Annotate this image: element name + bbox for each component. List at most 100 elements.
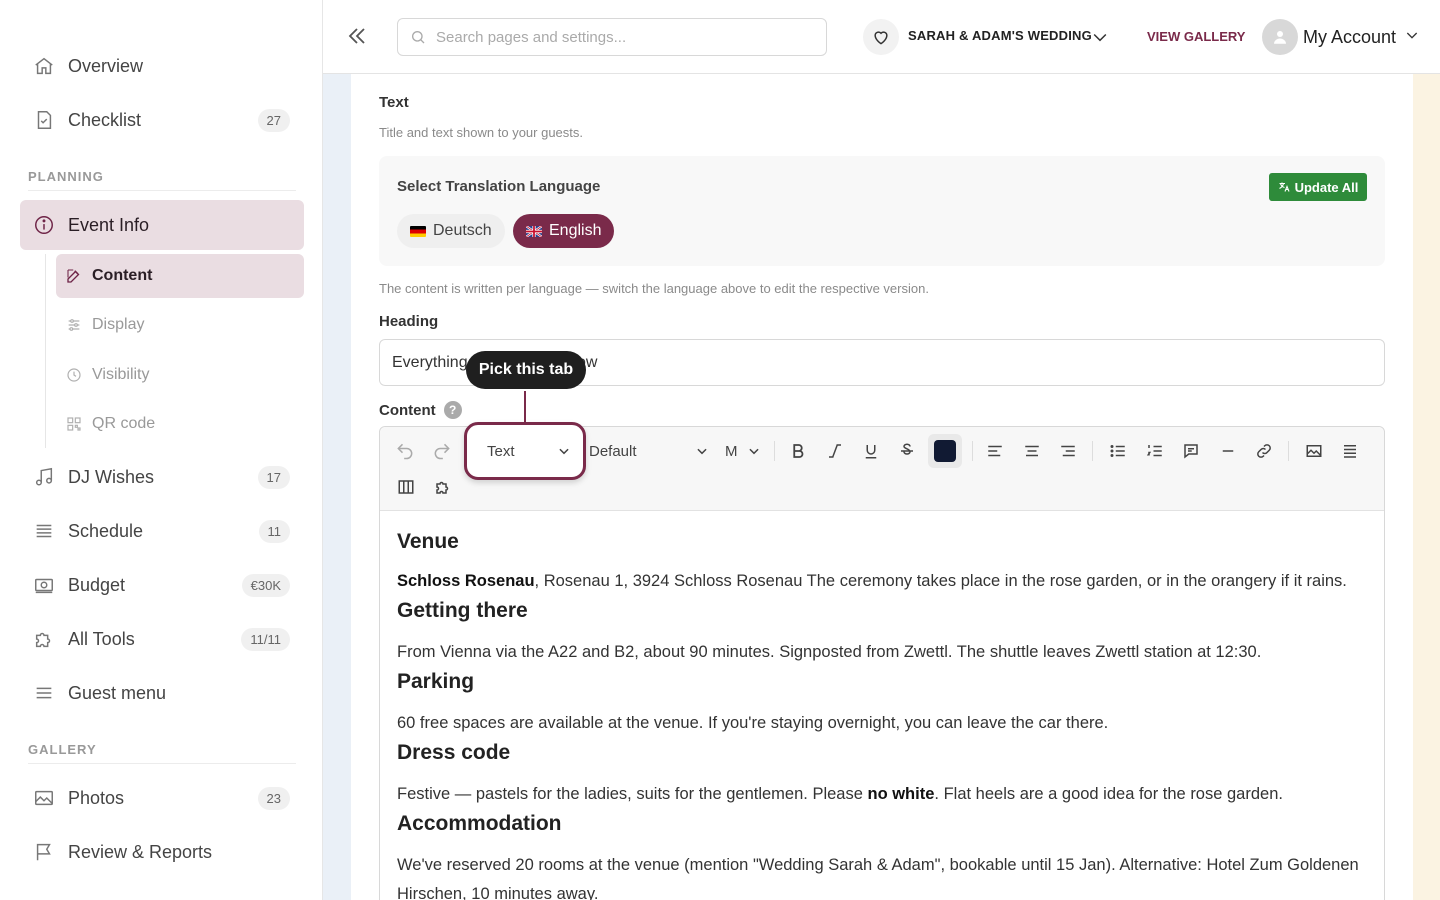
sidebar-item-label: Schedule: [68, 520, 144, 541]
puzzle-icon[interactable]: [431, 475, 455, 499]
sidebar-item-label: Guest menu: [68, 682, 167, 703]
strikethrough-icon[interactable]: [895, 439, 919, 463]
view-gallery-link[interactable]: VIEW GALLERY: [1147, 29, 1245, 44]
sliders-icon: [56, 317, 92, 333]
update-all-button[interactable]: Update All: [1269, 173, 1367, 201]
sidebar-item-schedule[interactable]: Schedule 11: [20, 507, 304, 555]
divider: [28, 190, 296, 191]
sidebar-item-budget[interactable]: Budget €30K: [20, 561, 304, 609]
sidebar-item-photos[interactable]: Photos 23: [20, 774, 304, 822]
redo-icon[interactable]: [430, 439, 454, 463]
checklist-icon: [20, 109, 68, 131]
schedule-icon: [20, 520, 68, 542]
venue-heading: Venue: [397, 530, 459, 553]
getting-there-heading: Getting there: [397, 599, 528, 622]
subnav-item-content[interactable]: Content: [56, 254, 304, 298]
content-label-text: Content: [379, 401, 436, 419]
sidebar-item-overview[interactable]: Overview: [20, 42, 304, 90]
italic-icon[interactable]: [823, 439, 847, 463]
comment-icon[interactable]: [1179, 439, 1203, 463]
collapse-sidebar-icon[interactable]: [345, 24, 371, 50]
search-input[interactable]: [436, 28, 806, 46]
align-center-icon[interactable]: [1020, 439, 1044, 463]
sidebar-item-label: Checklist: [68, 109, 142, 130]
color-swatch: [934, 440, 956, 462]
divider: [28, 763, 296, 764]
horizontal-rule-icon[interactable]: [1216, 439, 1240, 463]
divider: [1288, 441, 1289, 461]
subnav-item-qr-code[interactable]: QR code: [56, 402, 304, 446]
menu-icon: [20, 682, 68, 704]
dress-text: . Flat heels are a good idea for the ros…: [934, 785, 1283, 803]
align-left-icon[interactable]: [983, 439, 1007, 463]
sidebar-item-review-reports[interactable]: Review & Reports: [20, 828, 304, 876]
subnav-item-visibility[interactable]: Visibility: [56, 353, 304, 397]
accommodation-heading: Accommodation: [397, 812, 562, 835]
size-select-value: M: [725, 442, 738, 460]
sidebar: Overview Checklist 27 PLANNING Event Inf…: [0, 0, 323, 900]
chevron-down-icon[interactable]: [1090, 27, 1110, 52]
sidebar-item-all-tools[interactable]: All Tools 11/11: [20, 615, 304, 663]
columns-icon[interactable]: [394, 475, 418, 499]
bold-icon[interactable]: [786, 439, 810, 463]
block-type-select[interactable]: Text: [464, 422, 586, 480]
heart-icon[interactable]: [863, 19, 899, 55]
subnav-item-label: Content: [92, 267, 153, 284]
dress-bold: no white: [867, 785, 935, 803]
subnav-item-label: QR code: [92, 415, 156, 432]
sidebar-item-event-info[interactable]: Event Info: [20, 200, 304, 250]
link-icon[interactable]: [1252, 439, 1276, 463]
sidebar-item-checklist[interactable]: Checklist 27: [20, 96, 304, 144]
chevron-down-icon: [695, 444, 709, 458]
block-type-value: Text: [487, 442, 515, 460]
language-option-label: English: [549, 222, 602, 239]
dress-code-heading: Dress code: [397, 741, 511, 764]
update-all-label: Update All: [1294, 179, 1359, 195]
sidebar-item-label: Overview: [68, 55, 144, 76]
event-selector[interactable]: SARAH & ADAM'S WEDDING: [908, 28, 1092, 43]
language-panel-title: Select Translation Language: [397, 178, 601, 195]
budget-icon: [20, 574, 68, 596]
count-badge: 17: [257, 465, 290, 489]
help-icon[interactable]: ?: [443, 401, 462, 419]
count-badge: 27: [257, 108, 290, 132]
background-stripe: [323, 74, 351, 900]
subnav-item-display[interactable]: Display: [56, 303, 304, 347]
content-label: Content ?: [379, 401, 462, 419]
size-select[interactable]: M: [725, 440, 761, 462]
accommodation-paragraph: We've reserved 20 rooms at the venue (me…: [397, 856, 1359, 900]
paragraph-block-icon[interactable]: [1338, 439, 1362, 463]
account-menu[interactable]: My Account: [1262, 19, 1420, 55]
count-badge: 11/11: [241, 627, 290, 651]
text-color-picker[interactable]: [928, 434, 962, 468]
font-select[interactable]: Default: [589, 440, 709, 462]
section-label-planning: PLANNING: [28, 169, 104, 184]
parking-heading: Parking: [397, 670, 475, 693]
underline-icon[interactable]: [859, 439, 883, 463]
numbered-list-icon[interactable]: [1143, 439, 1167, 463]
sidebar-item-guest-menu[interactable]: Guest menu: [20, 669, 304, 717]
search-box[interactable]: [397, 18, 827, 56]
language-option-deutsch[interactable]: Deutsch: [397, 214, 505, 248]
undo-icon[interactable]: [393, 439, 417, 463]
photo-icon: [20, 787, 68, 809]
background-stripe: [1413, 74, 1440, 900]
bullet-list-icon[interactable]: [1106, 439, 1130, 463]
venue-text: , Rosenau 1, 3924 Schloss Rosenau The ce…: [534, 572, 1347, 590]
language-option-english[interactable]: English: [513, 214, 615, 248]
count-badge: 23: [257, 786, 290, 810]
clock-icon: [56, 367, 92, 383]
sidebar-item-dj-wishes[interactable]: DJ Wishes 17: [20, 453, 304, 501]
info-icon: [20, 214, 68, 236]
sidebar-item-label: Budget: [68, 574, 126, 595]
dress-text: Festive — pastels for the ladies, suits …: [397, 785, 868, 803]
editor-body[interactable]: Venue Schloss Rosenau, Rosenau 1, 3924 S…: [397, 527, 1367, 900]
align-right-icon[interactable]: [1056, 439, 1080, 463]
uk-flag-icon: [526, 225, 542, 237]
parking-paragraph: 60 free spaces are available at the venu…: [397, 714, 1109, 732]
venue-paragraph: Schloss Rosenau, Rosenau 1, 3924 Schloss…: [397, 567, 1367, 596]
sidebar-item-label: DJ Wishes: [68, 466, 155, 487]
image-icon[interactable]: [1302, 439, 1326, 463]
count-badge: 11: [258, 519, 290, 543]
subnav-item-label: Display: [92, 316, 145, 333]
